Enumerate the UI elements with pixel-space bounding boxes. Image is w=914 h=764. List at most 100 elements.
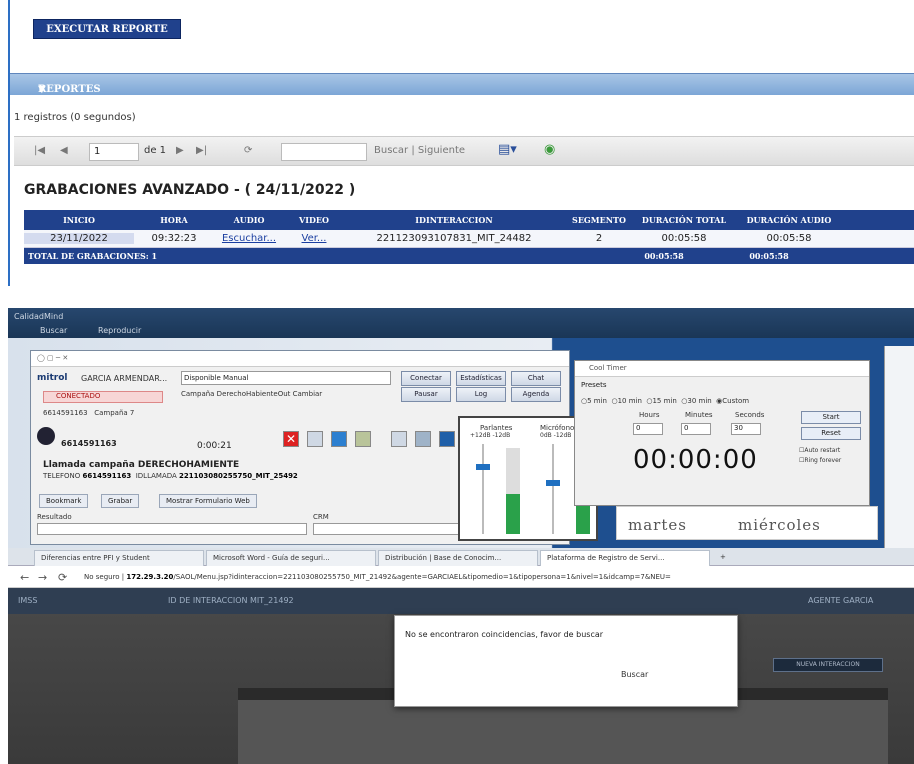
view-link[interactable]: Ver... xyxy=(284,233,344,244)
hours-spinner[interactable]: 0 xyxy=(633,423,663,435)
conectado-badge: CONECTADO xyxy=(43,391,163,403)
reportes-header[interactable]: ▼ REPORTES xyxy=(10,73,914,95)
preset-30-label: 30 min xyxy=(687,397,712,405)
speaker-level-meter xyxy=(506,448,520,534)
table-header: INICIO HORA AUDIO VIDEO IDINTERACCION SE… xyxy=(24,210,914,230)
url-prefix: No seguro | xyxy=(84,573,125,581)
col-audio[interactable]: AUDIO xyxy=(214,215,284,225)
minutes-label: Minutes xyxy=(685,411,713,419)
cell-dur-audio: 00:05:58 xyxy=(766,233,812,244)
agenda-button[interactable]: Agenda xyxy=(511,387,561,402)
app-titlebar: CalidadMind Buscar Reproducir xyxy=(8,308,914,338)
preset-30[interactable]: ○30 min xyxy=(681,397,711,405)
pausar-button[interactable]: Pausar xyxy=(401,387,451,402)
mic-slider-knob[interactable] xyxy=(546,480,560,486)
first-page-icon[interactable]: |◀ xyxy=(34,145,45,156)
speaker-slider-knob[interactable] xyxy=(476,464,490,470)
print-icon[interactable]: ◉ xyxy=(544,142,555,157)
col-video[interactable]: VIDEO xyxy=(284,215,344,225)
cell-dur-total: 00:05:58 xyxy=(661,233,707,244)
menu-reproducir[interactable]: Reproducir xyxy=(98,326,141,335)
idllamada-label: IDLLAMADA xyxy=(135,472,177,480)
conference-icon[interactable] xyxy=(355,431,371,447)
search-input[interactable] xyxy=(281,143,367,161)
recordings-table: INICIO HORA AUDIO VIDEO IDINTERACCION SE… xyxy=(24,210,914,264)
keypad-icon[interactable] xyxy=(391,431,407,447)
reset-button[interactable]: Reset xyxy=(801,427,861,440)
auto-restart-checkbox[interactable]: ☐Auto restart xyxy=(799,447,840,454)
ring-forever-checkbox[interactable]: ☐Ring forever xyxy=(799,457,841,464)
alert-dialog: No se encontraron coincidencias, favor d… xyxy=(394,615,738,707)
tab-1[interactable]: Diferencias entre PFI y Student xyxy=(34,550,204,566)
preset-custom-label: Custom xyxy=(722,397,750,405)
volume-icon[interactable] xyxy=(439,431,455,447)
minutes-spinner[interactable]: 0 xyxy=(681,423,711,435)
microfono-label: Micrófono xyxy=(540,424,575,432)
resultado-select[interactable] xyxy=(37,523,307,535)
menu-buscar[interactable]: Buscar xyxy=(40,326,67,335)
separator xyxy=(0,286,914,308)
transfer-icon[interactable] xyxy=(331,431,347,447)
app-title: CalidadMind xyxy=(14,312,64,321)
search-links[interactable]: Buscar | Siguiente xyxy=(374,145,465,156)
hangup-icon[interactable]: ✕ xyxy=(283,431,299,447)
hours-label: Hours xyxy=(639,411,660,419)
report-toolbar: |◀ ◀ 1 de 1 ▶ ▶| ⟳ Buscar | Siguiente ▤▾… xyxy=(14,136,914,166)
chat-button[interactable]: Chat xyxy=(511,371,561,386)
mostrar-formulario-button[interactable]: Mostrar Formulario Web xyxy=(159,494,257,508)
export-icon[interactable]: ▤▾ xyxy=(498,142,517,157)
grid-icon[interactable] xyxy=(415,431,431,447)
preset-10[interactable]: ○10 min xyxy=(611,397,641,405)
reload-icon[interactable]: ⟳ xyxy=(58,571,67,584)
cell-segmento: 2 xyxy=(595,233,603,244)
preset-15[interactable]: ○15 min xyxy=(646,397,676,405)
log-button[interactable]: Log xyxy=(456,387,506,402)
crm-label: CRM xyxy=(313,513,329,521)
browser-tabs: Diferencias entre PFI y Student Microsof… xyxy=(8,548,914,566)
col-hora[interactable]: HORA xyxy=(134,215,214,225)
grabar-button[interactable]: Grabar xyxy=(101,494,140,508)
url-host: 172.29.3.20 xyxy=(126,573,174,581)
refresh-icon[interactable]: ⟳ xyxy=(244,145,252,156)
col-duracion-total[interactable]: DURACIÓN TOTAL xyxy=(634,215,734,225)
col-segmento[interactable]: SEGMENTO xyxy=(564,215,634,225)
preset-5[interactable]: ○5 min xyxy=(581,397,607,405)
dialog-buscar-button[interactable]: Buscar xyxy=(621,670,648,679)
seconds-spinner[interactable]: 30 xyxy=(731,423,761,435)
telefono-label: TELEFONO xyxy=(43,472,81,480)
mic-slider-track[interactable] xyxy=(552,444,554,534)
start-button[interactable]: Start xyxy=(801,411,861,424)
tab-4[interactable]: Plataforma de Registro de Servi... xyxy=(540,550,710,566)
col-duracion-audio[interactable]: DURACIÓN AUDIO xyxy=(734,215,844,225)
tab-3[interactable]: Distribución | Base de Conocim... xyxy=(378,550,538,566)
forward-icon[interactable]: → xyxy=(38,571,47,584)
listen-link[interactable]: Escuchar... xyxy=(214,233,284,244)
execute-report-button[interactable]: EXECUTAR REPORTE xyxy=(33,19,181,39)
preset-custom[interactable]: ◉Custom xyxy=(716,397,749,405)
total-label: TOTAL DE GRABACIONES: 1 xyxy=(28,251,158,261)
hold-icon[interactable] xyxy=(307,431,323,447)
day-martes: martes xyxy=(628,516,687,534)
estadisticas-button[interactable]: Estadísticas xyxy=(456,371,506,386)
page-input[interactable]: 1 xyxy=(89,143,139,161)
speaker-slider-track[interactable] xyxy=(482,444,484,534)
preset-15-label: 15 min xyxy=(652,397,677,405)
bookmark-button[interactable]: Bookmark xyxy=(39,494,89,508)
col-inicio[interactable]: INICIO xyxy=(24,215,134,225)
next-page-icon[interactable]: ▶ xyxy=(176,145,184,156)
status-field[interactable]: Disponible Manual xyxy=(181,371,391,385)
new-tab-icon[interactable]: + xyxy=(714,550,734,566)
tab-2[interactable]: Microsoft Word - Guía de seguri... xyxy=(206,550,376,566)
col-idinteraccion[interactable]: IDINTERACCION xyxy=(344,215,564,225)
conectar-button[interactable]: Conectar xyxy=(401,371,451,386)
total-audio: 00:05:58 xyxy=(749,251,789,261)
page-header: IMSS ID DE INTERACCION MIT_21492 AGENTE … xyxy=(8,588,914,614)
back-icon[interactable]: ← xyxy=(20,571,29,584)
grabaciones-title: GRABACIONES AVANZADO - ( 24/11/2022 ) xyxy=(24,182,356,198)
reportes-title: REPORTES xyxy=(38,84,101,95)
url-text[interactable]: No seguro | 172.29.3.20/SAOL/Menu.jsp?id… xyxy=(84,573,671,581)
nueva-interaccion-button[interactable]: NUEVA INTERACCION xyxy=(773,658,883,672)
address-bar[interactable]: ← → ⟳ No seguro | 172.29.3.20/SAOL/Menu.… xyxy=(8,566,914,588)
prev-page-icon[interactable]: ◀ xyxy=(60,145,68,156)
last-page-icon[interactable]: ▶| xyxy=(196,145,207,156)
